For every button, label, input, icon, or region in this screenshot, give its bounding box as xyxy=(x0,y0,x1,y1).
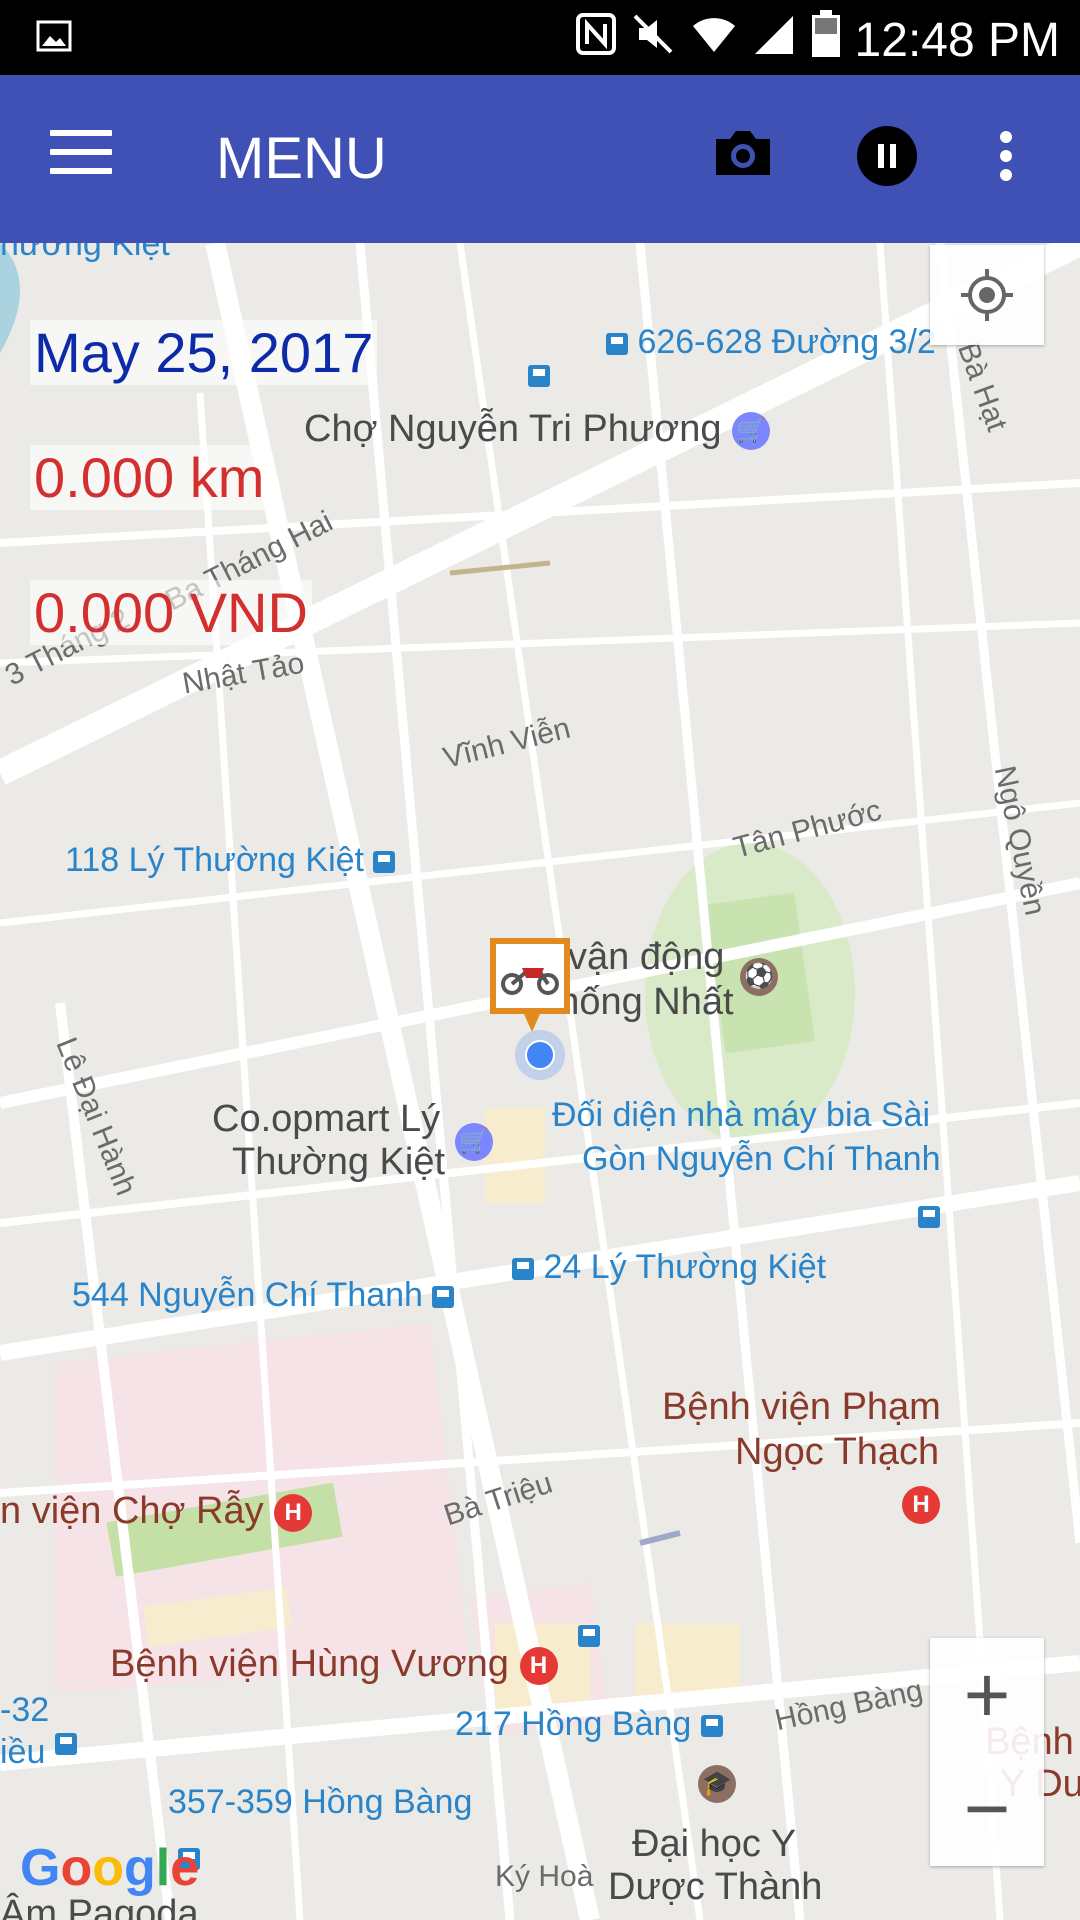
map-label: 217 Hồng Bàng xyxy=(455,1705,723,1744)
map-label: Bệnh viện Hùng Vương H xyxy=(110,1643,558,1686)
zoom-in-button[interactable]: + xyxy=(930,1638,1044,1752)
current-location-dot xyxy=(515,1030,565,1080)
map-label: Thường Kiệt xyxy=(232,1141,446,1183)
google-logo: Google xyxy=(20,1839,200,1897)
street-label: Ký Hoà xyxy=(495,1860,594,1893)
my-location-button[interactable] xyxy=(930,245,1044,345)
zoom-out-button[interactable]: − xyxy=(930,1752,1044,1866)
school-icon: 🎓 xyxy=(698,1765,736,1803)
bus-stop-icon xyxy=(55,1723,77,1762)
bus-stop-icon xyxy=(373,851,396,874)
hospital-icon: H xyxy=(274,1493,313,1532)
status-bar: 12:48 PM xyxy=(0,0,1080,75)
camera-icon[interactable] xyxy=(712,127,774,184)
bus-stop-icon xyxy=(606,333,628,356)
app-title: MENU xyxy=(216,126,387,191)
bus-stop-icon xyxy=(578,1615,600,1654)
map-label: -32 xyxy=(0,1691,50,1729)
map-label: iều xyxy=(0,1733,46,1771)
map-label: Gòn Nguyễn Chí Thanh xyxy=(582,1140,941,1178)
map-label: Dược Thành xyxy=(608,1866,823,1908)
map-label: 626-628 Đường 3/2 xyxy=(606,323,936,362)
bus-stop-icon xyxy=(528,355,550,394)
map-label: Đối diện nhà máy bia Sài xyxy=(552,1096,931,1134)
map-label: Đại học Y xyxy=(632,1823,797,1865)
map-label: Ngọc Thạch xyxy=(735,1431,940,1473)
stadium-icon: ⚽ xyxy=(740,958,778,996)
bus-stop-icon xyxy=(918,1196,940,1235)
map-label: 544 Nguyễn Chí Thanh xyxy=(72,1276,455,1315)
pause-icon[interactable] xyxy=(856,125,918,192)
hospital-icon: H xyxy=(519,1646,558,1685)
shopping-cart-icon: 🛒 xyxy=(455,1123,493,1161)
bus-stop-icon xyxy=(432,1286,455,1309)
map-label: hương Kiệt xyxy=(0,243,170,263)
trip-distance: 0.000 km xyxy=(30,445,269,510)
map-label: n viện Chợ Rẫy H xyxy=(0,1490,313,1533)
map-label: 24 Lý Thường Kiệt xyxy=(512,1248,826,1287)
more-vert-icon[interactable] xyxy=(996,130,1016,187)
nfc-icon xyxy=(575,12,617,68)
map-label: Co.opmart Lý xyxy=(212,1098,441,1140)
battery-icon xyxy=(811,10,841,70)
app-bar: MENU xyxy=(0,75,1080,243)
map-label: Chợ Nguyễn Tri Phương 🛒 xyxy=(304,408,771,451)
signal-icon xyxy=(753,12,797,68)
bus-stop-icon xyxy=(512,1258,534,1281)
trip-date: May 25, 2017 xyxy=(30,320,378,385)
zoom-controls: + − xyxy=(930,1638,1044,1866)
hamburger-menu-icon[interactable] xyxy=(50,130,112,176)
hospital-icon: H xyxy=(902,1486,940,1524)
map-label: 118 Lý Thường Kiệt xyxy=(65,841,396,880)
map-label: 357-359 Hồng Bàng xyxy=(168,1783,473,1821)
shopping-cart-icon: 🛒 xyxy=(732,411,771,450)
map-label: Bệnh viện Phạm xyxy=(662,1386,941,1428)
mute-icon xyxy=(631,12,675,68)
image-icon xyxy=(36,20,72,57)
bus-stop-icon xyxy=(700,1715,723,1738)
map-label: vận động xyxy=(568,936,725,978)
crosshair-icon xyxy=(961,269,1013,321)
status-time: 12:48 PM xyxy=(854,13,1060,67)
trip-fare: 0.000 VND xyxy=(30,580,312,645)
motorbike-marker-icon[interactable] xyxy=(490,938,570,1032)
wifi-icon xyxy=(689,12,739,68)
